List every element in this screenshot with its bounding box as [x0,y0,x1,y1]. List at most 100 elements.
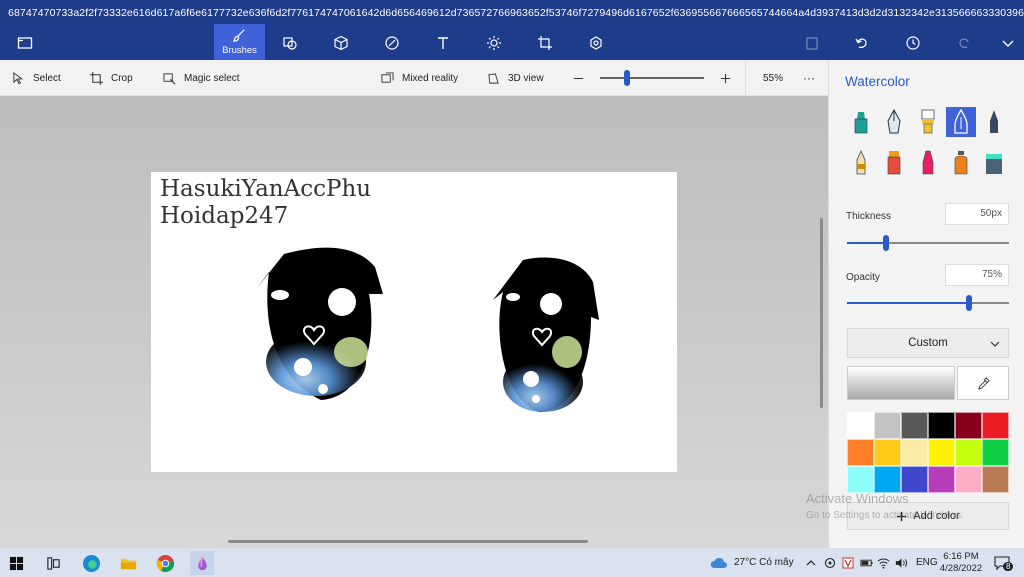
history-icon[interactable] [893,26,933,60]
thickness-slider-thumb[interactable] [882,235,889,251]
3d-view-button[interactable]: 3D view [487,60,544,96]
brushes-icon [232,29,245,42]
chrome-browser-icon[interactable] [153,551,177,575]
pencil-icon [990,110,998,133]
language-indicator[interactable]: ENG [916,548,938,577]
tray-wifi-icon[interactable] [877,548,890,577]
calligraphy-pen-button[interactable] [879,107,909,137]
highlighter-button[interactable] [913,148,943,178]
color-swatch[interactable] [955,466,982,493]
3d-shapes-icon[interactable] [321,26,361,60]
pixel-pen-button[interactable] [879,148,909,178]
wifi-icon [877,558,890,569]
thickness-input[interactable]: 50px [945,203,1009,225]
plus-icon [720,73,731,83]
color-swatch[interactable] [874,412,901,439]
zoom-slider-thumb[interactable] [624,70,631,86]
color-swatch[interactable] [901,439,928,466]
anime-eyes-drawing [257,247,599,412]
color-swatch[interactable] [874,439,901,466]
canvas-icon[interactable] [525,26,565,60]
expand-icon[interactable] [988,26,1024,60]
tray-overflow-chevron[interactable] [806,548,816,577]
taskbar: 27°C Có mây ENG 6:16 PM 4/28/2022 8 [0,548,1024,577]
window-title: 68747470733a2f2f73332e616d617a6f6e617773… [0,0,1024,26]
vertical-scrollbar[interactable] [820,218,823,408]
windows-start-icon[interactable] [4,551,28,575]
color-swatch[interactable] [982,466,1009,493]
effects-icon[interactable] [474,26,514,60]
clock-date: 4/28/2022 [939,562,983,574]
add-color-button[interactable]: Add color [847,502,1009,530]
color-swatch[interactable] [928,439,955,466]
zoom-value[interactable]: 55% [763,60,783,96]
notification-center-button[interactable]: 8 [994,548,1014,577]
plus-icon [897,511,907,521]
color-swatch[interactable] [982,412,1009,439]
pencil-brush-button[interactable] [979,107,1009,137]
opacity-slider-thumb[interactable] [965,295,972,311]
tray-antivirus-icon[interactable] [842,548,854,577]
color-swatch[interactable] [928,412,955,439]
opacity-input[interactable]: 75% [945,264,1009,286]
2d-shapes-icon[interactable] [270,26,310,60]
fill-bucket-button[interactable] [979,148,1009,178]
color-swatch[interactable] [955,412,982,439]
zoom-out-button[interactable] [572,60,585,96]
watercolor-brush-button[interactable] [946,107,976,137]
crayon-icon [856,150,866,175]
task-view-icon[interactable] [41,551,65,575]
mixed-reality-icon [381,71,394,83]
mixed-reality-button[interactable]: Mixed reality [381,60,458,96]
paste-icon[interactable] [792,26,832,60]
horizontal-scrollbar[interactable] [228,540,588,543]
color-swatch[interactable] [982,439,1009,466]
stickers-icon[interactable] [372,26,412,60]
drawing-canvas[interactable]: HasukiYanAccPhu Hoidap247 [151,172,677,472]
color-swatch[interactable] [847,439,874,466]
paint3d-app-icon[interactable] [190,551,214,575]
file-explorer-icon[interactable] [116,551,140,575]
color-swatch[interactable] [955,439,982,466]
weather-widget[interactable]: 27°C Có mây [710,548,794,577]
tray-app-icon[interactable] [824,548,836,577]
spray-can-button[interactable] [946,148,976,178]
current-color-preview[interactable] [847,366,955,400]
magic-select-label: Magic select [184,72,240,84]
marker-icon [854,112,868,134]
notification-badge: 8 [1003,562,1014,571]
zoom-in-button[interactable] [719,60,732,96]
cloud-icon [710,557,727,568]
edge-browser-icon[interactable] [79,551,103,575]
calligraphy-pen-icon [887,109,901,134]
color-swatch[interactable] [847,466,874,493]
color-swatch[interactable] [901,466,928,493]
tray-volume-icon[interactable] [895,548,908,577]
color-mode-dropdown[interactable]: Custom [847,328,1009,358]
color-swatch[interactable] [901,412,928,439]
magic-select-button[interactable]: Magic select [163,60,240,96]
folder-icon[interactable] [5,26,45,60]
undo-icon[interactable] [842,26,882,60]
3d-library-icon[interactable] [576,26,616,60]
highlighter-icon [922,150,934,175]
crayon-brush-button[interactable] [846,148,876,178]
crop-button[interactable]: Crop [90,60,133,96]
canvas-workspace[interactable]: HasukiYanAccPhu Hoidap247 [0,96,828,548]
chevron-up-icon [806,559,816,565]
color-swatch[interactable] [874,466,901,493]
redo-icon[interactable] [944,26,984,60]
brushes-tab-button[interactable]: Brushes [214,24,265,60]
oil-brush-button[interactable] [913,107,943,137]
color-swatch[interactable] [928,466,955,493]
text-icon[interactable] [423,26,463,60]
select-button[interactable]: Select [12,60,61,96]
more-options-button[interactable]: ··· [803,60,815,96]
clock[interactable]: 6:16 PM 4/28/2022 [940,548,982,577]
color-swatch[interactable] [847,412,874,439]
zoom-slider[interactable] [600,77,704,79]
tray-battery-icon[interactable] [860,548,873,577]
marker-brush-button[interactable] [846,107,876,137]
select-label: Select [33,72,61,84]
eyedropper-button[interactable] [957,366,1009,400]
